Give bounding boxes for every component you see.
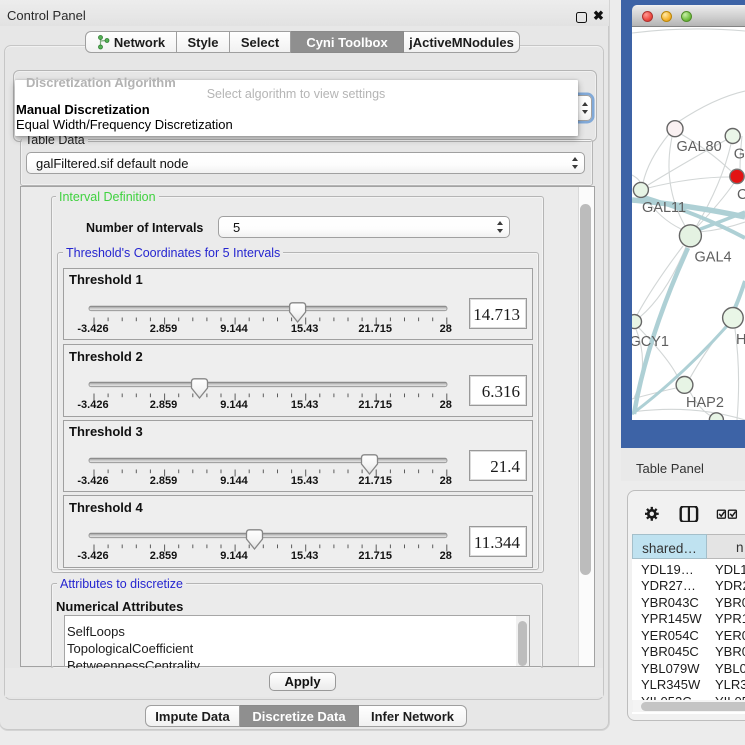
- svg-text:GCY1: GCY1: [632, 334, 669, 350]
- svg-text:GA: GA: [734, 147, 745, 163]
- svg-text:HAP2: HAP2: [686, 395, 724, 411]
- svg-text:CD: CD: [737, 187, 745, 203]
- svg-text:GAL4: GAL4: [695, 250, 732, 266]
- svg-text:GAL80: GAL80: [677, 139, 722, 155]
- svg-text:GAL11: GAL11: [642, 200, 686, 216]
- svg-text:HAP1: HAP1: [736, 332, 745, 348]
